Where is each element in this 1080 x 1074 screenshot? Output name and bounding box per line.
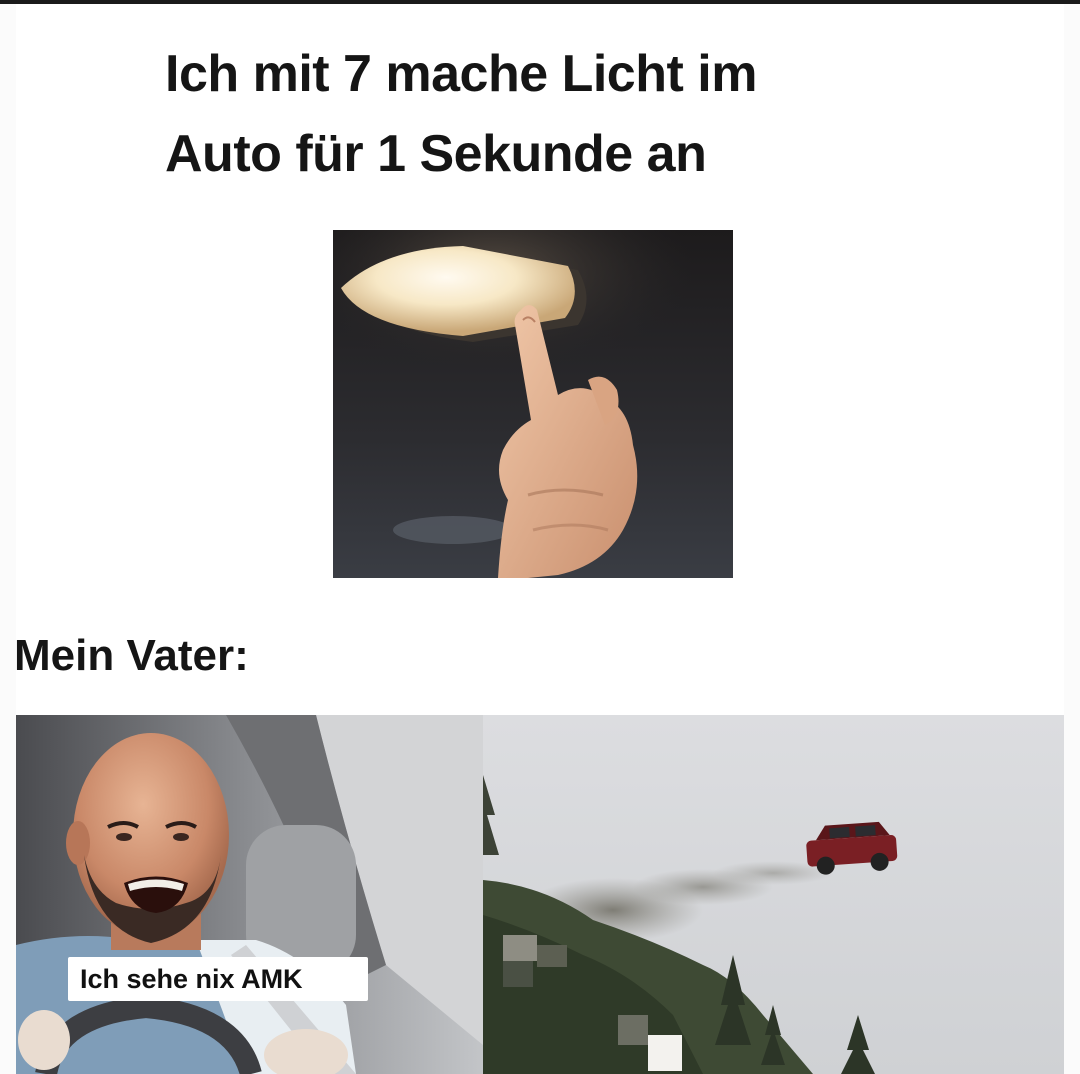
meme-title-line-2: Auto für 1 Sekunde an <box>165 125 707 183</box>
top-border <box>0 0 1080 4</box>
left-margin <box>0 4 16 1074</box>
caption-text: Ich sehe nix AMK <box>80 964 303 994</box>
right-margin <box>1064 4 1080 1074</box>
flying-car-photo <box>483 715 1064 1074</box>
car-interior-light-photo <box>333 230 733 578</box>
caption-box: Ich sehe nix AMK <box>68 957 368 1001</box>
meme-title-line-1: Ich mit 7 mache Licht im <box>165 45 757 103</box>
father-label: Mein Vater: <box>14 631 249 680</box>
meme-title: Ich mit 7 mache Licht im Auto für 1 Seku… <box>165 34 965 194</box>
angry-driver-photo: Ich sehe nix AMK <box>16 715 483 1074</box>
